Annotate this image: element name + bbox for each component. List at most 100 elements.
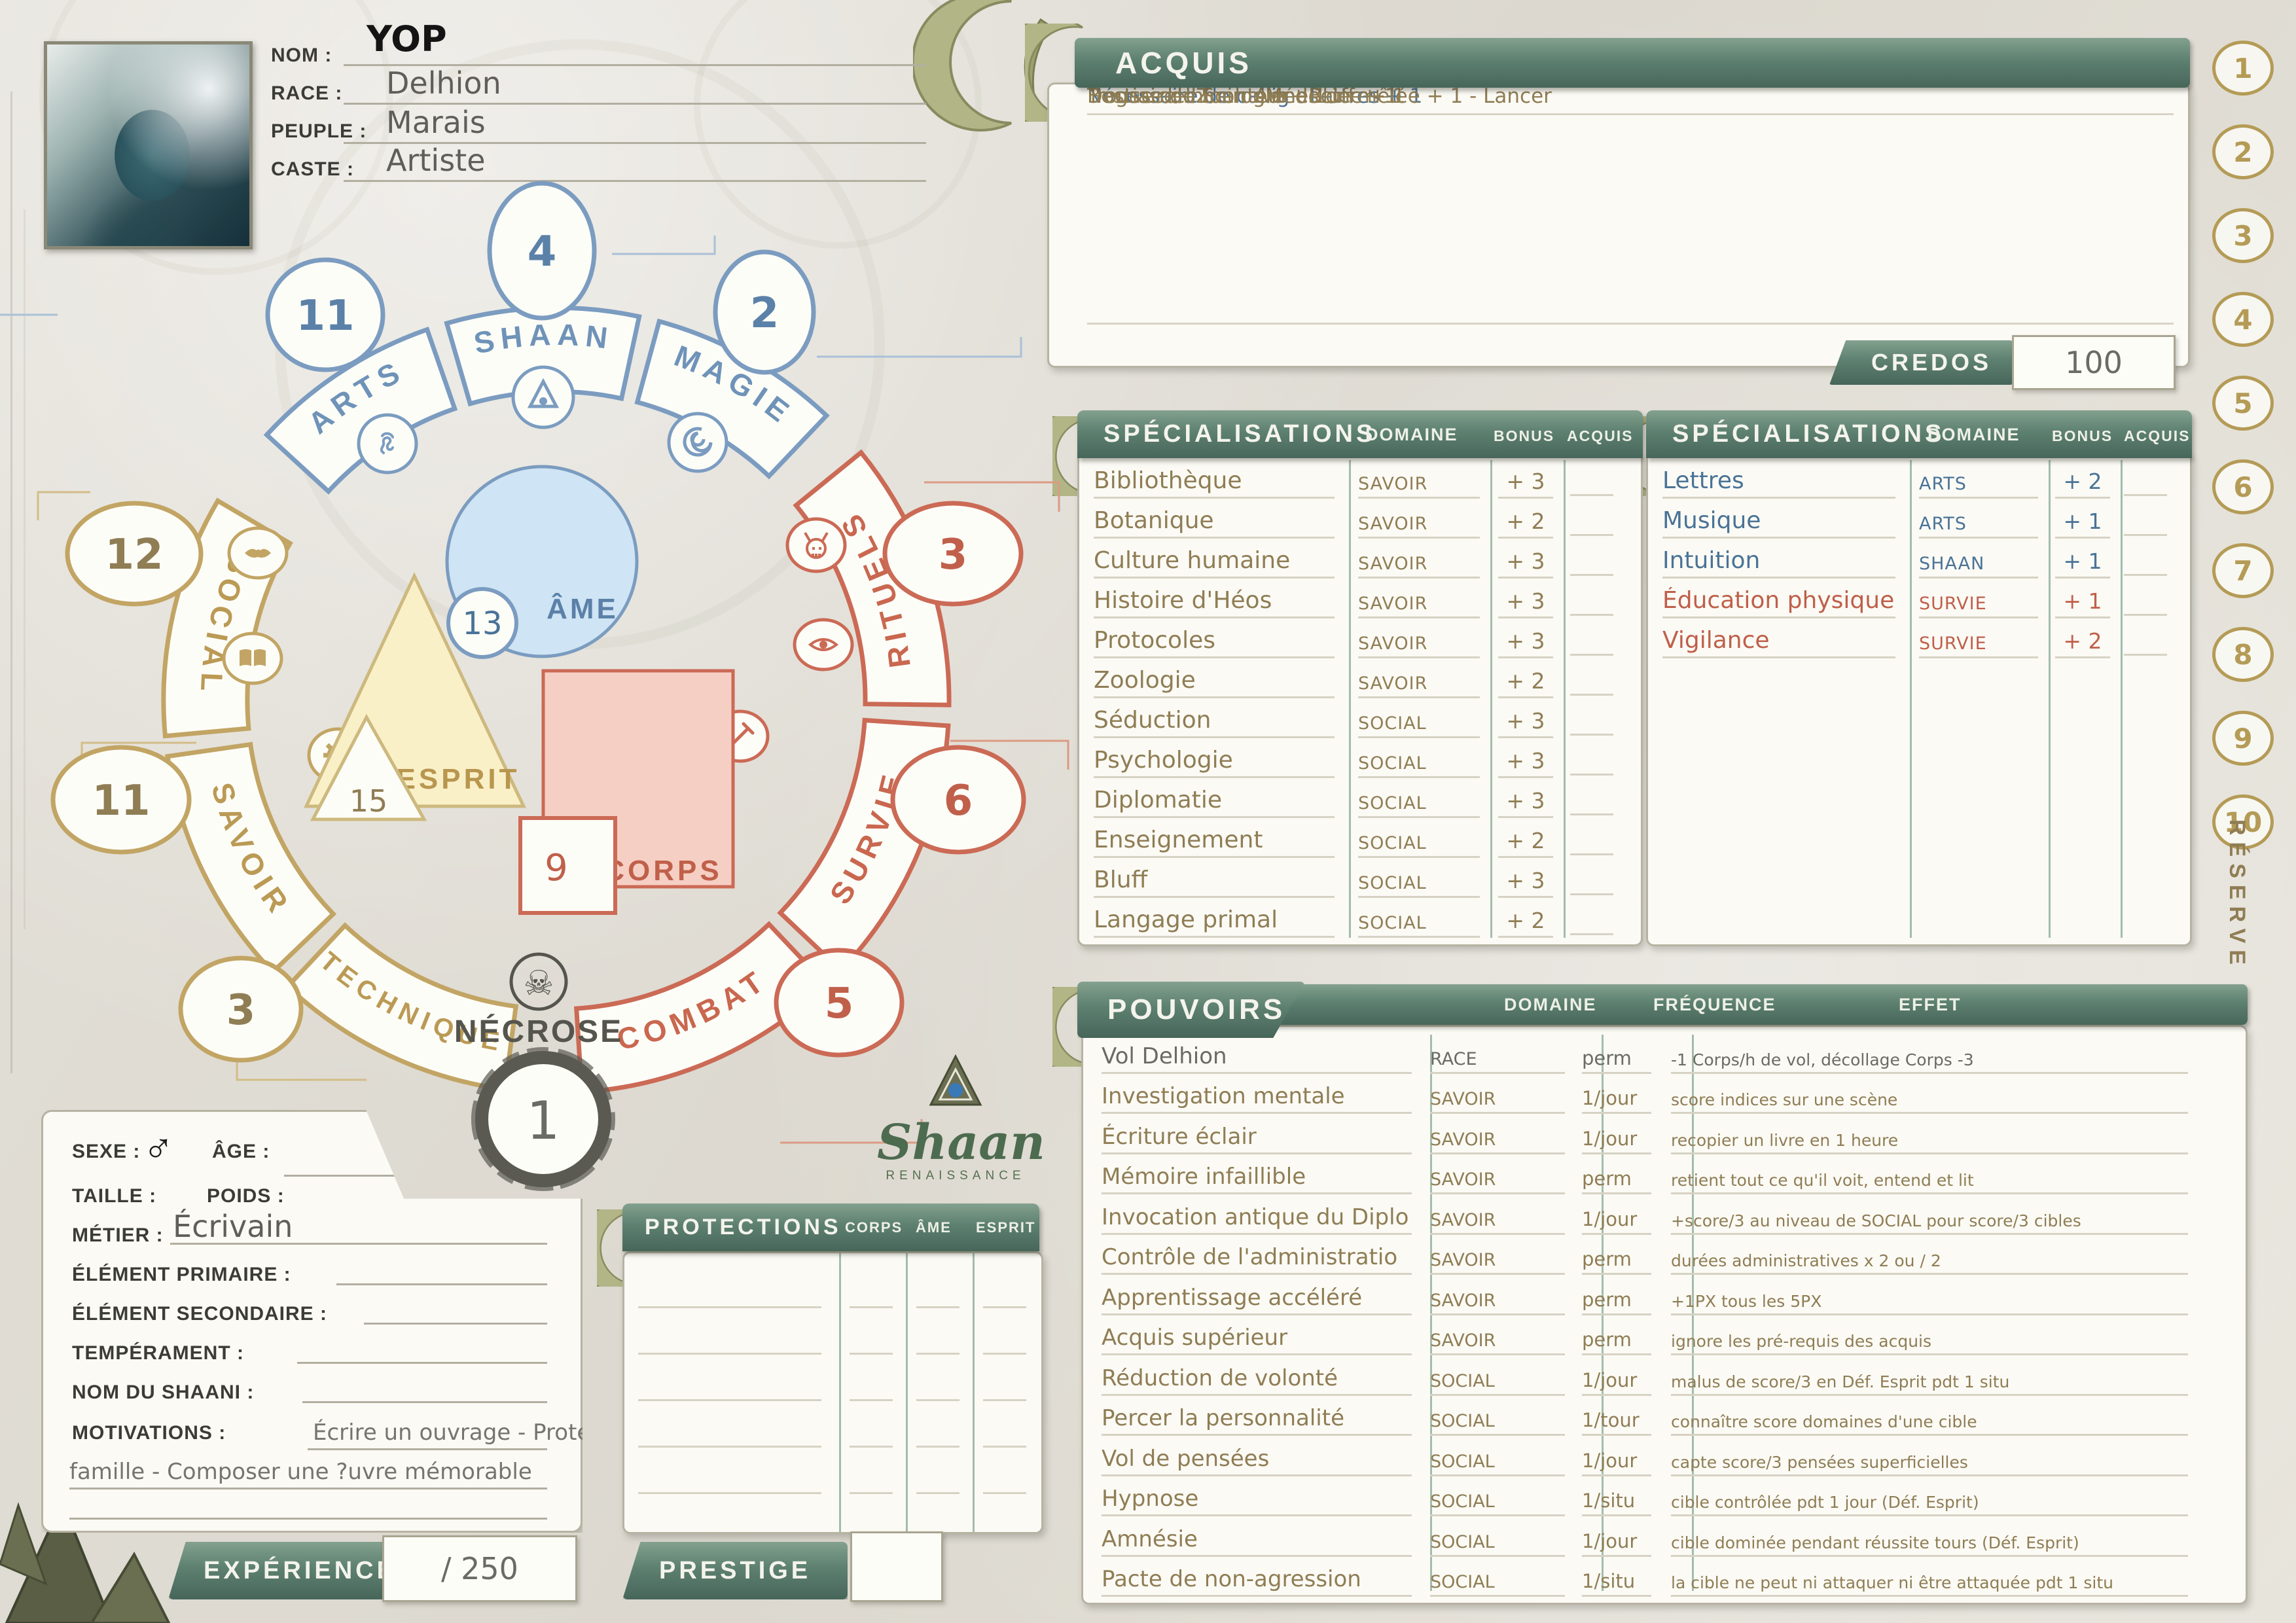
- protections-cell-line[interactable]: [850, 1306, 893, 1308]
- pouvoir-effet[interactable]: +score/3 au niveau de SOCIAL pour score/…: [1671, 1211, 2188, 1235]
- pouvoir-domaine[interactable]: SAVOIR: [1430, 1330, 1565, 1355]
- pouvoir-effet[interactable]: cible dominée pendant réussite tours (Dé…: [1671, 1533, 2188, 1557]
- reserve-slot[interactable]: 7: [2212, 543, 2274, 598]
- pouvoir-frequence[interactable]: 1/situ: [1582, 1489, 1651, 1516]
- credos-field[interactable]: 100: [2012, 335, 2176, 390]
- pouvoir-effet[interactable]: malus de score/3 en Déf. Esprit pdt 1 si…: [1671, 1372, 2188, 1396]
- reserve-slot[interactable]: 6: [2212, 459, 2274, 514]
- specialisation-acquis-cell[interactable]: [1553, 747, 1630, 778]
- experience-field[interactable]: / 250: [382, 1535, 577, 1602]
- pouvoir-effet[interactable]: -1 Corps/h de vol, décollage Corps -3: [1671, 1050, 2188, 1074]
- pouvoir-effet[interactable]: recopier un livre en 1 heure: [1671, 1131, 2188, 1154]
- specialisation-domaine[interactable]: SOCIAL: [1358, 793, 1480, 818]
- reserve-slot[interactable]: 9: [2212, 711, 2274, 766]
- specialisation-domaine[interactable]: SAVOIR: [1358, 594, 1480, 618]
- pouvoir-name[interactable]: Investigation mentale: [1102, 1083, 1412, 1114]
- sexe-field[interactable]: ♂: [143, 1122, 174, 1171]
- protections-cell-line[interactable]: [638, 1492, 821, 1494]
- pouvoir-effet[interactable]: capte score/3 pensées superficielles: [1671, 1453, 2188, 1476]
- shaan-score[interactable]: 4: [490, 183, 594, 318]
- pouvoir-domaine[interactable]: SOCIAL: [1430, 1371, 1565, 1396]
- specialisation-acquis-cell[interactable]: [1553, 548, 1630, 579]
- reserve-slot[interactable]: 4: [2212, 292, 2274, 347]
- pouvoir-frequence[interactable]: 1/jour: [1582, 1530, 1651, 1557]
- pouvoir-domaine[interactable]: SAVOIR: [1430, 1250, 1565, 1275]
- temperament-line[interactable]: [297, 1362, 547, 1364]
- specialisation-name[interactable]: Bluff: [1094, 866, 1335, 898]
- combat-score[interactable]: 5: [776, 950, 902, 1055]
- metier-field[interactable]: Écrivain: [173, 1209, 293, 1244]
- pouvoir-frequence[interactable]: 1/jour: [1582, 1369, 1651, 1396]
- pouvoir-name[interactable]: Invocation antique du Diplo: [1102, 1204, 1412, 1235]
- specialisation-acquis-cell[interactable]: [1553, 787, 1630, 818]
- specialisation-acquis-cell[interactable]: [2110, 588, 2181, 618]
- reserve-slot[interactable]: 2: [2212, 124, 2274, 179]
- pouvoir-frequence[interactable]: 1/tour: [1582, 1409, 1651, 1436]
- protections-cell-line[interactable]: [916, 1353, 960, 1355]
- specialisation-bonus[interactable]: + 2: [2055, 469, 2110, 499]
- specialisation-bonus[interactable]: + 1: [2055, 588, 2110, 618]
- pouvoir-domaine[interactable]: SAVOIR: [1430, 1169, 1565, 1194]
- pouvoir-domaine[interactable]: SOCIAL: [1430, 1572, 1565, 1597]
- specialisation-name[interactable]: Psychologie: [1094, 747, 1335, 778]
- technique-score[interactable]: 3: [181, 958, 301, 1060]
- specialisation-domaine[interactable]: ARTS: [1919, 514, 2038, 539]
- specialisation-bonus[interactable]: + 3: [1498, 748, 1553, 778]
- specialisation-name[interactable]: Zoologie: [1094, 667, 1335, 698]
- pouvoir-frequence[interactable]: 1/jour: [1582, 1128, 1651, 1154]
- specialisation-name[interactable]: Séduction: [1094, 707, 1335, 738]
- motivations-line3[interactable]: [69, 1518, 547, 1520]
- specialisation-domaine[interactable]: SURVIE: [1919, 633, 2038, 658]
- savoir-score[interactable]: 11: [53, 747, 189, 852]
- protections-cell-line[interactable]: [983, 1306, 1026, 1308]
- specialisation-name[interactable]: Histoire d'Héos: [1094, 587, 1335, 618]
- pouvoir-effet[interactable]: +1PX tous les 5PX: [1671, 1292, 2188, 1315]
- specialisation-acquis-cell[interactable]: [1553, 628, 1630, 658]
- specialisation-bonus[interactable]: + 3: [1498, 588, 1553, 618]
- protections-cell-line[interactable]: [638, 1399, 821, 1401]
- specialisation-bonus[interactable]: + 3: [1498, 708, 1553, 738]
- reserve-slot[interactable]: 5: [2212, 376, 2274, 431]
- specialisation-bonus[interactable]: + 1: [2055, 508, 2110, 539]
- pouvoir-domaine[interactable]: SAVOIR: [1430, 1130, 1565, 1154]
- motivations-field-line2[interactable]: famille - Composer une ?uvre mémorable: [69, 1459, 532, 1485]
- specialisation-bonus[interactable]: + 3: [1498, 628, 1553, 658]
- protections-cell-line[interactable]: [983, 1353, 1026, 1355]
- pouvoir-domaine[interactable]: SAVOIR: [1430, 1089, 1565, 1114]
- specialisation-domaine[interactable]: SAVOIR: [1358, 514, 1480, 539]
- specialisation-acquis-cell[interactable]: [1553, 588, 1630, 618]
- protections-cell-line[interactable]: [916, 1399, 960, 1401]
- corps-score[interactable]: 9: [520, 818, 615, 913]
- pouvoir-frequence[interactable]: 1/jour: [1582, 1087, 1651, 1114]
- reserve-slot[interactable]: 1: [2212, 41, 2274, 96]
- specialisation-bonus[interactable]: + 2: [1498, 508, 1553, 539]
- pouvoir-domaine[interactable]: SOCIAL: [1430, 1452, 1565, 1476]
- pouvoir-effet[interactable]: cible contrôlée pdt 1 jour (Déf. Esprit): [1671, 1493, 2188, 1516]
- nom-shaani-line[interactable]: [302, 1401, 547, 1403]
- protections-cell-line[interactable]: [983, 1492, 1026, 1494]
- specialisation-domaine[interactable]: SAVOIR: [1358, 633, 1480, 658]
- specialisation-acquis-cell[interactable]: [2110, 508, 2181, 539]
- specialisation-name[interactable]: Botanique: [1094, 507, 1335, 539]
- magie-score[interactable]: 2: [715, 252, 814, 372]
- protections-cell-line[interactable]: [983, 1446, 1026, 1448]
- pouvoir-effet[interactable]: score indices sur une scène: [1671, 1090, 2188, 1114]
- protections-cell-line[interactable]: [638, 1446, 821, 1448]
- specialisation-bonus[interactable]: + 2: [1498, 908, 1553, 938]
- pouvoir-effet[interactable]: la cible ne peut ni attaquer ni être att…: [1671, 1573, 2188, 1597]
- pouvoir-name[interactable]: Réduction de volonté: [1102, 1365, 1412, 1396]
- acquis-empty-line[interactable]: [1087, 289, 2174, 325]
- pouvoir-name[interactable]: Percer la personnalité: [1102, 1405, 1412, 1436]
- pouvoir-name[interactable]: Contrôle de l'administratio: [1102, 1244, 1412, 1275]
- specialisation-name[interactable]: Langage primal: [1094, 906, 1335, 938]
- pouvoir-frequence[interactable]: 1/jour: [1582, 1208, 1651, 1235]
- pouvoir-name[interactable]: Amnésie: [1102, 1526, 1412, 1557]
- reserve-slot[interactable]: 8: [2212, 627, 2274, 682]
- specialisation-bonus[interactable]: + 3: [1498, 469, 1553, 499]
- specialisation-acquis-cell[interactable]: [1553, 907, 1630, 938]
- pouvoir-domaine[interactable]: SOCIAL: [1430, 1411, 1565, 1436]
- specialisation-name[interactable]: Culture humaine: [1094, 547, 1335, 579]
- pouvoir-name[interactable]: Acquis supérieur: [1102, 1325, 1412, 1355]
- protections-cell-line[interactable]: [983, 1399, 1026, 1401]
- specialisation-name[interactable]: Vigilance: [1662, 627, 1895, 658]
